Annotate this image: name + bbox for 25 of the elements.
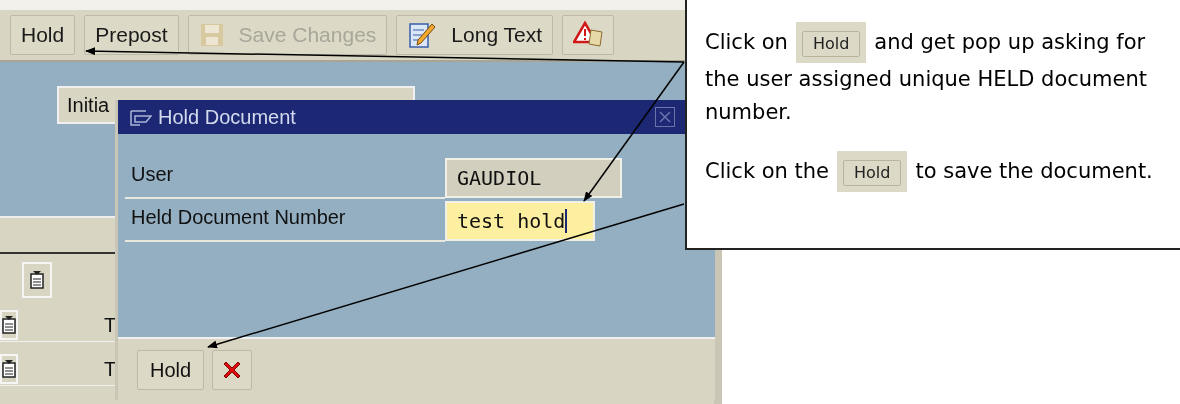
cancel-button[interactable] [212,349,253,390]
toolbar-button[interactable]: Prepost [84,15,179,55]
input-field[interactable]: test hold [445,200,595,241]
hold-button[interactable]: Hold [137,349,205,390]
close-button[interactable] [655,107,675,127]
hold-button-image: Hold [795,22,867,63]
callout-text: Click on Hold and get pop up asking for the user assigned unique HELD document number. [705,22,1155,129]
toolbar-button[interactable]: Hold [10,15,76,55]
dropdown-button[interactable] [22,262,52,298]
row-label: T [104,312,117,338]
document-icon [2,315,16,334]
warning-button[interactable] [562,15,615,55]
warning-icon [573,20,604,50]
close-icon [659,111,671,123]
row-button[interactable] [0,353,18,384]
document-icon [2,359,16,378]
toolbar-button[interactable]: Long Text [396,15,554,55]
hold-button-image: Hold [837,151,908,192]
callout-text: Click on the Hold to save the document. [705,151,1155,192]
readonly-field: GAUDIOL [445,157,622,198]
notepad-pencil-icon [407,20,438,50]
window-icon [130,108,152,126]
row-label: T [104,356,117,382]
document-icon [30,271,44,289]
row-button[interactable] [0,309,18,340]
